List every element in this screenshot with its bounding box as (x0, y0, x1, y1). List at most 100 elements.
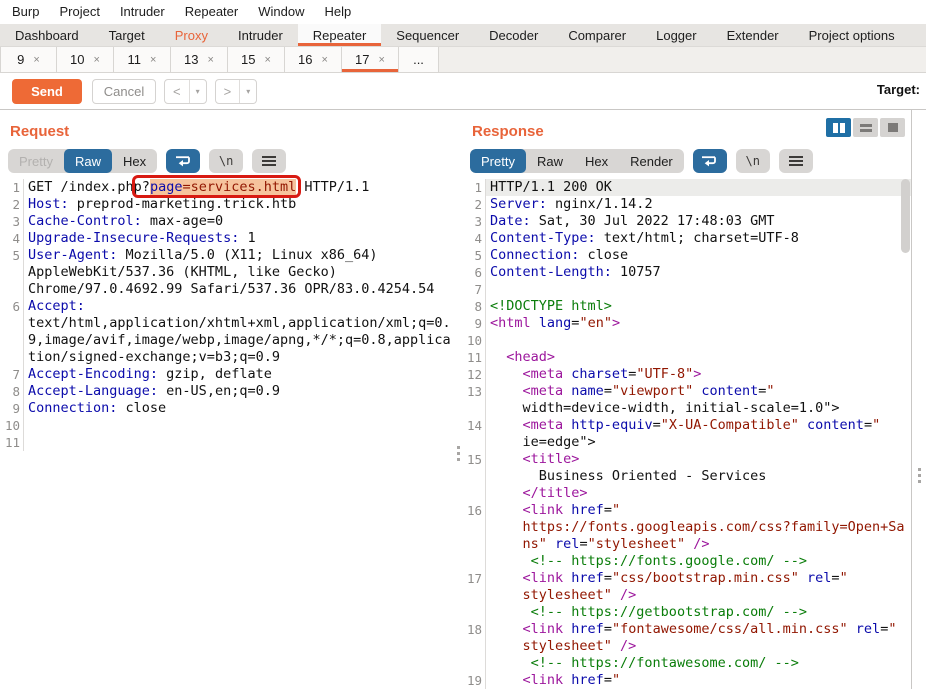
response-tab-pretty[interactable]: Pretty (470, 149, 526, 173)
code-line[interactable]: AppleWebKit/537.36 (KHTML, like Gecko) (0, 264, 455, 281)
main-tab-target[interactable]: Target (94, 24, 160, 46)
main-tab-decoder[interactable]: Decoder (474, 24, 553, 46)
repeater-tab-15[interactable]: 15 × (228, 47, 285, 72)
code-line[interactable]: 15 <title> (462, 451, 911, 468)
code-line[interactable]: 19 <link href=" (462, 672, 911, 689)
repeater-tab-overflow[interactable]: ... (399, 47, 439, 72)
close-tab-icon[interactable]: × (94, 54, 100, 66)
back-dropdown-icon[interactable]: ▾ (188, 79, 206, 103)
response-scrollbar-thumb[interactable] (901, 179, 910, 253)
code-line[interactable]: </title> (462, 485, 911, 502)
code-line[interactable]: 13 <meta name="viewport" content=" (462, 383, 911, 400)
menu-item-repeater[interactable]: Repeater (175, 0, 248, 24)
code-line[interactable]: 9 Connection: close (0, 400, 455, 417)
menu-item-window[interactable]: Window (248, 0, 314, 24)
single-pane-view-button[interactable] (880, 118, 905, 137)
code-line[interactable]: width=device-width, initial-scale=1.0"> (462, 400, 911, 417)
code-line[interactable]: 10 (0, 417, 455, 434)
menu-item-help[interactable]: Help (314, 0, 361, 24)
close-tab-icon[interactable]: × (379, 54, 385, 66)
main-tab-proxy[interactable]: Proxy (160, 24, 223, 46)
code-line[interactable]: text/html,application/xhtml+xml,applicat… (0, 315, 455, 332)
response-word-wrap-button[interactable] (692, 149, 727, 173)
code-line[interactable]: 11 <head> (462, 349, 911, 366)
main-tab-extender[interactable]: Extender (712, 24, 794, 46)
repeater-tab-11[interactable]: 11 × (114, 47, 171, 72)
menu-item-project[interactable]: Project (49, 0, 109, 24)
code-line[interactable]: 5 User-Agent: Mozilla/5.0 (X11; Linux x86… (0, 247, 455, 264)
request-show-newlines-button[interactable]: \n (209, 149, 244, 173)
code-line[interactable]: 16 <link href=" (462, 502, 911, 519)
code-line[interactable]: 1 HTTP/1.1 200 OK (462, 179, 911, 196)
code-line[interactable]: https://fonts.googleapis.com/css?family=… (462, 519, 911, 536)
response-tab-hex[interactable]: Hex (574, 149, 619, 173)
main-tab-dashboard[interactable]: Dashboard (0, 24, 94, 46)
code-line[interactable]: Business Oriented - Services (462, 468, 911, 485)
response-tab-render[interactable]: Render (619, 149, 684, 173)
main-tab-repeater[interactable]: Repeater (297, 24, 382, 46)
request-tab-hex[interactable]: Hex (112, 149, 157, 173)
code-line[interactable]: 9,image/avif,image/webp,image/apng,*/*;q… (0, 332, 455, 349)
code-line[interactable]: 10 (462, 332, 911, 349)
close-tab-icon[interactable]: × (322, 54, 328, 66)
code-line[interactable]: 6 Accept: (0, 298, 455, 315)
menu-item-intruder[interactable]: Intruder (110, 0, 175, 24)
split-rows-view-button[interactable] (853, 118, 878, 137)
response-editor[interactable]: 1 HTTP/1.1 200 OK 2 Server: nginx/1.14.2 3 Da… (462, 179, 911, 689)
panel-splitter[interactable] (455, 110, 462, 689)
code-line[interactable]: 18 <link href="fontawesome/css/all.min.c… (462, 621, 911, 638)
main-tab-comparer[interactable]: Comparer (553, 24, 641, 46)
forward-dropdown-icon[interactable]: ▾ (239, 79, 256, 103)
code-line[interactable]: 17 <link href="css/bootstrap.min.css" re… (462, 570, 911, 587)
inspector-collapsed-strip[interactable] (911, 110, 926, 689)
code-line[interactable]: 8 <!DOCTYPE html> (462, 298, 911, 315)
code-line[interactable]: 5 Connection: close (462, 247, 911, 264)
code-line[interactable]: <!-- https://getbootstrap.com/ --> (462, 604, 911, 621)
request-word-wrap-button[interactable] (166, 149, 201, 173)
main-tab-intruder[interactable]: Intruder (223, 24, 298, 46)
code-line[interactable]: 14 <meta http-equiv="X-UA-Compatible" co… (462, 417, 911, 434)
code-line[interactable]: 3 Cache-Control: max-age=0 (0, 213, 455, 230)
response-tab-raw[interactable]: Raw (526, 149, 574, 173)
split-columns-view-button[interactable] (826, 118, 851, 137)
menu-item-burp[interactable]: Burp (2, 0, 49, 24)
code-line[interactable]: <!-- https://fonts.google.com/ --> (462, 553, 911, 570)
close-tab-icon[interactable]: × (265, 54, 271, 66)
code-line[interactable]: ie=edge"> (462, 434, 911, 451)
code-line[interactable]: 2 Server: nginx/1.14.2 (462, 196, 911, 213)
code-line[interactable]: 4 Content-Type: text/html; charset=UTF-8 (462, 230, 911, 247)
main-tab-project-options[interactable]: Project options (794, 24, 910, 46)
close-tab-icon[interactable]: × (150, 54, 156, 66)
code-line[interactable]: tion/signed-exchange;v=b3;q=0.9 (0, 349, 455, 366)
main-tab-sequencer[interactable]: Sequencer (381, 24, 474, 46)
close-tab-icon[interactable]: × (33, 54, 39, 66)
repeater-tab-10[interactable]: 10 × (57, 47, 114, 72)
history-back-button[interactable]: < ▾ (164, 78, 207, 104)
cancel-button[interactable]: Cancel (92, 78, 156, 104)
code-line[interactable]: 4 Upgrade-Insecure-Requests: 1 (0, 230, 455, 247)
request-editor[interactable]: 1 GET /index.php?page=services.html HTTP/… (0, 179, 455, 451)
code-line[interactable]: stylesheet" /> (462, 638, 911, 655)
code-line[interactable]: stylesheet" /> (462, 587, 911, 604)
send-button[interactable]: Send (12, 78, 82, 104)
code-line[interactable]: <!-- https://fontawesome.com/ --> (462, 655, 911, 672)
close-tab-icon[interactable]: × (208, 54, 214, 66)
code-line[interactable]: ns" rel="stylesheet" /> (462, 536, 911, 553)
repeater-tab-16[interactable]: 16 × (285, 47, 342, 72)
code-line[interactable]: 12 <meta charset="UTF-8"> (462, 366, 911, 383)
code-line[interactable]: Chrome/97.0.4692.99 Safari/537.36 OPR/83… (0, 281, 455, 298)
code-line[interactable]: 8 Accept-Language: en-US,en;q=0.9 (0, 383, 455, 400)
repeater-tab-13[interactable]: 13 × (171, 47, 228, 72)
code-line[interactable]: 7 (462, 281, 911, 298)
code-line[interactable]: 7 Accept-Encoding: gzip, deflate (0, 366, 455, 383)
history-forward-button[interactable]: > ▾ (214, 78, 258, 104)
code-line[interactable]: 2 Host: preprod-marketing.trick.htb (0, 196, 455, 213)
request-tab-pretty[interactable]: Pretty (8, 149, 64, 173)
repeater-tab-17[interactable]: 17 × (342, 47, 399, 72)
code-line[interactable]: 3 Date: Sat, 30 Jul 2022 17:48:03 GMT (462, 213, 911, 230)
response-show-newlines-button[interactable]: \n (735, 149, 770, 173)
request-tab-raw[interactable]: Raw (63, 149, 112, 173)
repeater-tab-9[interactable]: 9 × (0, 47, 57, 72)
main-tab-logger[interactable]: Logger (641, 24, 711, 46)
code-line[interactable]: 11 (0, 434, 455, 451)
